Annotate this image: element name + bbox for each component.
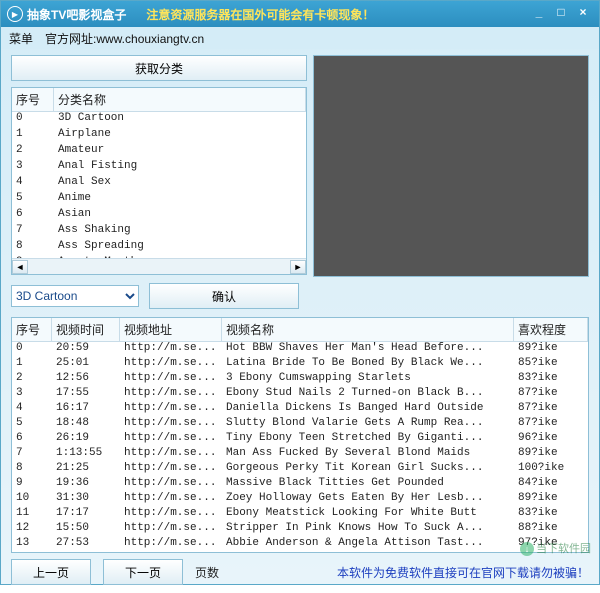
col-title: 视频名称 — [222, 318, 514, 341]
titlebar-notice: 注意资源服务器在国外可能会有卡顿现象！ — [146, 6, 374, 23]
list-item[interactable]: 7Ass Shaking — [12, 224, 306, 240]
table-row[interactable]: 919:36http://m.se...Massive Black Tittie… — [12, 477, 588, 492]
col-like: 喜欢程度 — [514, 318, 588, 341]
col-seq: 序号 — [12, 318, 52, 341]
table-row[interactable]: 71:13:55http://m.se...Man Ass Fucked By … — [12, 447, 588, 462]
list-item[interactable]: 1Airplane — [12, 128, 306, 144]
list-item[interactable]: 2Amateur — [12, 144, 306, 160]
app-title: 抽象TV吧影视盒子 — [27, 6, 126, 23]
scroll-right-icon[interactable]: ► — [290, 260, 306, 274]
table-row[interactable]: 317:55http://m.se...Ebony Stud Nails 2 T… — [12, 387, 588, 402]
table-row[interactable]: 1117:17http://m.se...Ebony Meatstick Loo… — [12, 507, 588, 522]
col-time: 视频时间 — [52, 318, 120, 341]
close-button[interactable]: × — [573, 5, 593, 23]
col-url: 视频地址 — [120, 318, 222, 341]
list-item[interactable]: 3Anal Fisting — [12, 160, 306, 176]
titlebar: ▶ 抽象TV吧影视盒子 注意资源服务器在国外可能会有卡顿现象！ _ □ × — [1, 1, 599, 27]
app-logo-icon: ▶ — [7, 6, 23, 22]
footer-note: 本软件为免费软件直接可在官网下载请勿被骗！ — [337, 564, 589, 581]
menu-item-main[interactable]: 菜单 — [9, 30, 33, 47]
confirm-button[interactable]: 确认 — [149, 283, 299, 309]
table-row[interactable]: 020:59http://m.se...Hot BBW Shaves Her M… — [12, 342, 588, 357]
col-seq-header: 序号 — [12, 88, 54, 111]
list-item[interactable]: 4Anal Sex — [12, 176, 306, 192]
table-row[interactable]: 518:48http://m.se...Slutty Blond Valarie… — [12, 417, 588, 432]
table-row[interactable]: 416:17http://m.se...Daniella Dickens Is … — [12, 402, 588, 417]
category-list-header: 序号 分类名称 — [12, 88, 306, 112]
list-item[interactable]: 6Asian — [12, 208, 306, 224]
list-item[interactable]: 5Anime — [12, 192, 306, 208]
table-row[interactable]: 1327:53http://m.se...Abbie Anderson & An… — [12, 537, 588, 552]
minimize-button[interactable]: _ — [529, 5, 549, 23]
app-window: ▶ 抽象TV吧影视盒子 注意资源服务器在国外可能会有卡顿现象！ _ □ × 菜单… — [0, 0, 600, 585]
table-row[interactable]: 212:56http://m.se...3 Ebony Cumswapping … — [12, 372, 588, 387]
pages-label: 页数 — [195, 564, 219, 581]
menubar: 菜单 官方网址:www.chouxiangtv.cn — [1, 27, 599, 49]
video-preview-panel — [313, 55, 589, 277]
table-row[interactable]: 125:01http://m.se...Latina Bride To Be B… — [12, 357, 588, 372]
table-row[interactable]: 1031:30http://m.se...Zoey Holloway Gets … — [12, 492, 588, 507]
table-row[interactable]: 1215:50http://m.se...Stripper In Pink Kn… — [12, 522, 588, 537]
col-name-header: 分类名称 — [54, 88, 306, 111]
list-item[interactable]: 03D Cartoon — [12, 112, 306, 128]
category-hscrollbar[interactable]: ◄ ► — [12, 258, 306, 274]
official-site-link[interactable]: 官方网址:www.chouxiangtv.cn — [45, 30, 204, 47]
maximize-button[interactable]: □ — [551, 5, 571, 23]
next-page-button[interactable]: 下一页 — [103, 559, 183, 585]
table-row[interactable]: 626:19http://m.se...Tiny Ebony Teen Stre… — [12, 432, 588, 447]
category-select[interactable]: 3D Cartoon — [11, 285, 139, 307]
video-table[interactable]: 序号 视频时间 视频地址 视频名称 喜欢程度 020:59http://m.se… — [11, 317, 589, 553]
category-listbox[interactable]: 序号 分类名称 03D Cartoon1Airplane2Amateur3Ana… — [11, 87, 307, 275]
table-row[interactable]: 821:25http://m.se...Gorgeous Perky Tit K… — [12, 462, 588, 477]
list-item[interactable]: 8Ass Spreading — [12, 240, 306, 256]
prev-page-button[interactable]: 上一页 — [11, 559, 91, 585]
scroll-left-icon[interactable]: ◄ — [12, 260, 28, 274]
video-table-header: 序号 视频时间 视频地址 视频名称 喜欢程度 — [12, 318, 588, 342]
get-categories-button[interactable]: 获取分类 — [11, 55, 307, 81]
